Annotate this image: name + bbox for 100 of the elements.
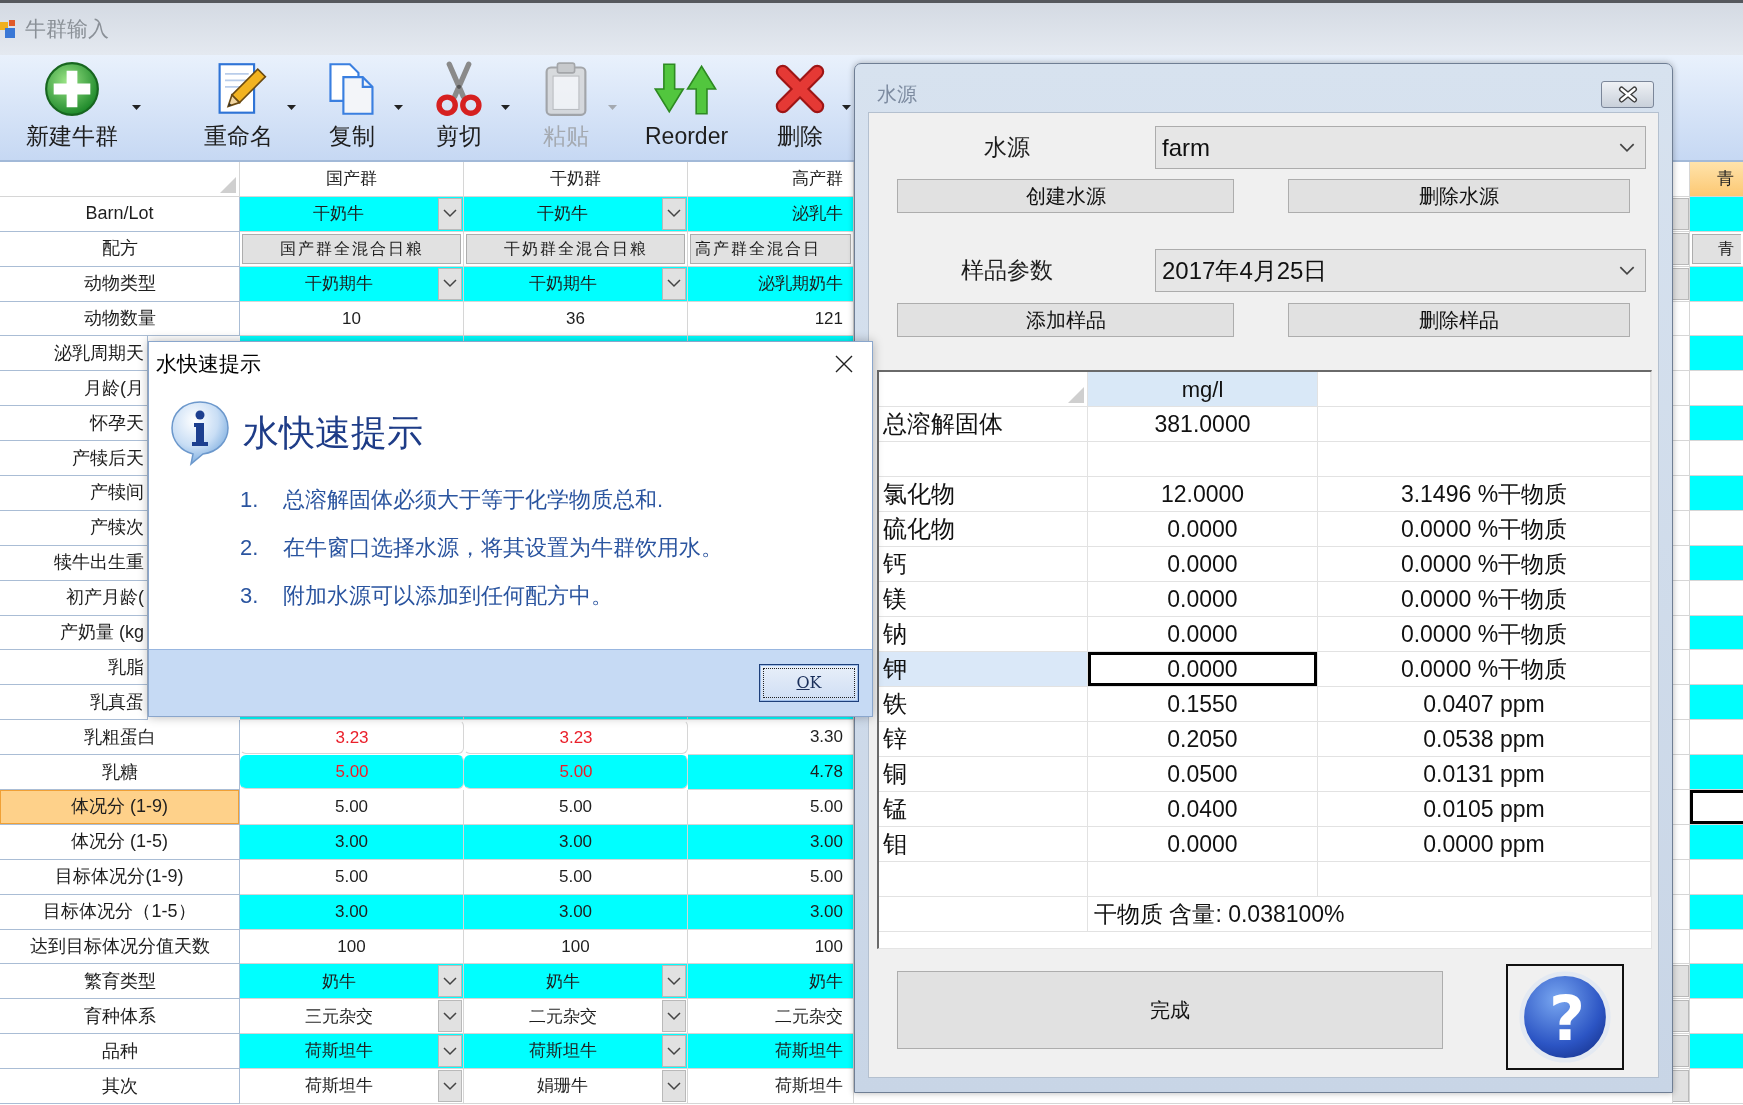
- table-cell: 4.78: [688, 755, 854, 791]
- combo-box[interactable]: 荷斯坦牛: [688, 1034, 854, 1070]
- table-cell: 3.23: [240, 720, 464, 755]
- dropdown-button[interactable]: [1673, 1000, 1689, 1033]
- dropdown-button[interactable]: [438, 965, 462, 998]
- toolbar-button[interactable]: 剪切: [423, 61, 510, 151]
- dialog-button[interactable]: 删除水源: [1288, 179, 1630, 213]
- dropdown-button[interactable]: [438, 1035, 462, 1068]
- done-button[interactable]: 完成: [897, 971, 1443, 1049]
- dropdown-button[interactable]: [438, 267, 462, 300]
- column-header: 高产群: [688, 162, 854, 197]
- row-header: 乳粗蛋白: [0, 720, 240, 756]
- dropdown-button[interactable]: [1673, 1070, 1689, 1103]
- triangle-icon: [1068, 387, 1084, 403]
- table-cell: [1673, 336, 1690, 372]
- combo-box[interactable]: 三元杂交: [240, 999, 464, 1035]
- dropdown-field[interactable]: 2017年4月25日: [1155, 249, 1646, 292]
- row-header: 泌乳周期天: [0, 336, 148, 372]
- recipe-button[interactable]: 干奶群全混合日粮: [466, 233, 685, 264]
- row-header: 乳脂: [0, 650, 148, 686]
- ok-button[interactable]: OK: [759, 664, 859, 702]
- table-cell: 3.00: [688, 894, 854, 930]
- combo-box[interactable]: 荷斯坦牛: [240, 1069, 464, 1105]
- recipe-button[interactable]: [1673, 232, 1689, 265]
- table-cell: 5.00: [464, 755, 688, 790]
- table-cell: 36: [464, 301, 688, 337]
- chevron-down-icon: [443, 209, 457, 219]
- row-header: 目标体况分（1-5）: [0, 894, 240, 930]
- toolbar-button[interactable]: 复制: [316, 61, 403, 151]
- dropdown-button[interactable]: [438, 197, 462, 230]
- row-header: 钼: [879, 827, 1088, 862]
- app-icon: [0, 20, 15, 38]
- table-cell: 3.23: [464, 720, 688, 755]
- dropdown-button[interactable]: [662, 1035, 686, 1068]
- table-cell: [1673, 615, 1690, 651]
- row-header: 铁: [879, 687, 1088, 722]
- table-cell: 0.0000 %干物质: [1318, 582, 1651, 617]
- combo-box[interactable]: 奶牛: [240, 964, 464, 1000]
- combo-box[interactable]: 泌乳期奶牛: [688, 266, 854, 302]
- dropdown-button[interactable]: [1673, 267, 1689, 300]
- dropdown-button[interactable]: [662, 267, 686, 300]
- dropdown-button[interactable]: [438, 1000, 462, 1033]
- combo-box[interactable]: 荷斯坦牛: [464, 1034, 688, 1070]
- close-button[interactable]: [1601, 81, 1654, 108]
- toolbar-button[interactable]: 重命名: [196, 61, 296, 151]
- combo-box[interactable]: 干奶期牛: [464, 266, 688, 302]
- table-cell: [1673, 406, 1690, 442]
- recipe-button[interactable]: 高产群全混合日: [690, 233, 851, 264]
- table-cell: [1673, 720, 1690, 756]
- combo-box[interactable]: 奶牛: [688, 964, 854, 1000]
- table-cell: [1673, 476, 1690, 511]
- table-cell: 3.1496 %干物质: [1318, 477, 1651, 512]
- dropdown-button[interactable]: [438, 1070, 462, 1103]
- table-cell: 100: [688, 929, 854, 965]
- recipe-button[interactable]: 国产群全混合日粮: [242, 233, 461, 264]
- dialog-button[interactable]: 添加样品: [897, 303, 1234, 337]
- combo-box[interactable]: 干奶期牛: [240, 266, 464, 302]
- row-header: 锰: [879, 792, 1088, 827]
- table-cell: 0.0000: [1088, 547, 1318, 582]
- plus-circle-icon: [44, 61, 100, 117]
- recipe-button[interactable]: 青: [1692, 233, 1741, 264]
- combo-box[interactable]: 荷斯坦牛: [240, 1034, 464, 1070]
- toolbar-button[interactable]: Reorder: [637, 61, 737, 151]
- table-cell: 0.0407 ppm: [1318, 687, 1651, 722]
- dialog-button[interactable]: 创建水源: [897, 179, 1234, 213]
- dropdown-button[interactable]: [1673, 1035, 1689, 1068]
- dropdown-button[interactable]: [1673, 965, 1689, 998]
- table-cell: 5.00: [240, 755, 464, 790]
- dialog-button[interactable]: 删除样品: [1288, 303, 1630, 337]
- dialog-title: 水源: [877, 82, 917, 107]
- table-cell: 0.0000: [1088, 512, 1318, 547]
- dropdown-button[interactable]: [662, 1070, 686, 1103]
- table-cell: [1673, 580, 1690, 616]
- dropdown-field[interactable]: farm: [1155, 126, 1646, 169]
- row-header: 怀孕天: [0, 406, 148, 442]
- chevron-down-icon: [443, 1081, 457, 1091]
- table-cell: [1673, 371, 1690, 407]
- table-cell: [1673, 510, 1690, 546]
- combo-box[interactable]: 二元杂交: [688, 999, 854, 1035]
- combo-box[interactable]: 娟珊牛: [464, 1069, 688, 1105]
- toolbar-button[interactable]: 删除: [764, 61, 852, 151]
- row-header: 繁育类型: [0, 964, 240, 1000]
- table-cell: 0.0000 %干物质: [1318, 547, 1651, 582]
- dropdown-button[interactable]: [662, 197, 686, 230]
- window-title: 牛群输入: [25, 16, 109, 43]
- combo-box[interactable]: 干奶牛: [240, 196, 464, 232]
- combo-box[interactable]: 荷斯坦牛: [688, 1069, 854, 1105]
- help-button[interactable]: ?: [1506, 964, 1624, 1070]
- table-cell: 0.0105 ppm: [1318, 792, 1651, 827]
- combo-box[interactable]: 泌乳牛: [688, 196, 854, 232]
- combo-box[interactable]: 二元杂交: [464, 999, 688, 1035]
- toolbar-button[interactable]: 新建牛群: [18, 61, 141, 151]
- combo-box[interactable]: 干奶牛: [464, 196, 688, 232]
- dropdown-button[interactable]: [1673, 197, 1689, 230]
- row-header: 配方: [0, 231, 240, 267]
- chevron-down-icon: [443, 1046, 457, 1056]
- dropdown-button[interactable]: [662, 1000, 686, 1033]
- dropdown-button[interactable]: [662, 965, 686, 998]
- combo-box[interactable]: 奶牛: [464, 964, 688, 1000]
- table-cell: 0.1550: [1088, 687, 1318, 722]
